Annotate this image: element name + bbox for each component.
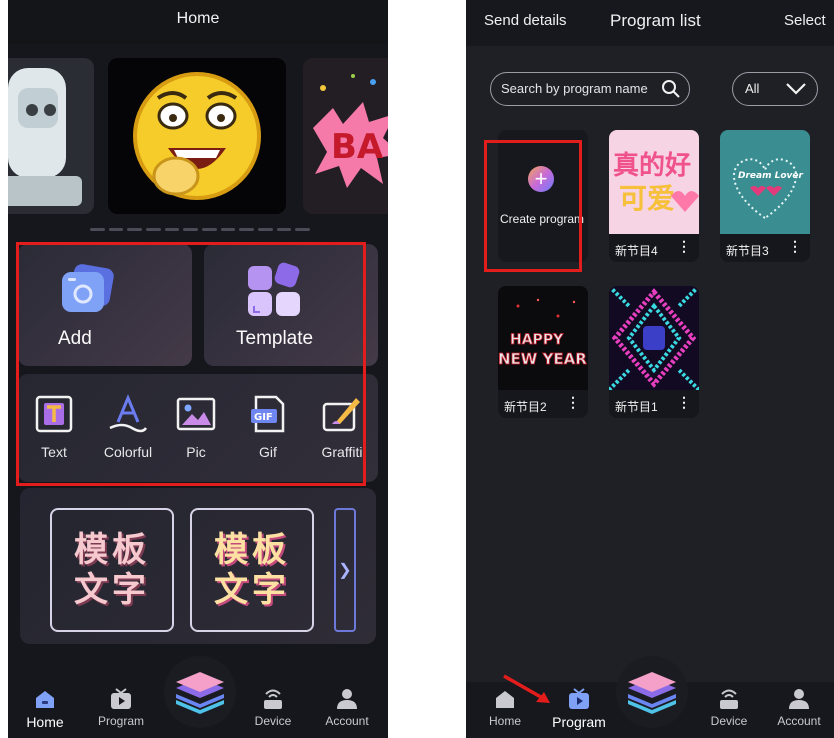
home-header: Home xyxy=(8,0,388,44)
tab-label: Program xyxy=(552,714,606,730)
svg-text:可爱: 可爱 xyxy=(619,182,675,215)
create-center-button[interactable] xyxy=(164,656,236,728)
program-card[interactable]: 新节目1 ⋮ xyxy=(609,286,699,418)
tab-label: Home xyxy=(26,714,64,730)
device-icon xyxy=(264,689,282,709)
program-card[interactable]: Dream Lover 新节目3 ⋮ xyxy=(720,130,810,262)
device-icon xyxy=(720,689,738,709)
tab-account[interactable]: Account xyxy=(764,688,834,728)
carousel-indicator xyxy=(90,228,311,234)
chevron-right-icon[interactable]: ❯ xyxy=(334,508,356,632)
program-thumbnail: Dream Lover xyxy=(720,130,810,234)
more-icon[interactable]: ⋮ xyxy=(677,394,691,411)
program-thumbnail: 真的好 可爱 xyxy=(609,130,699,234)
account-icon xyxy=(337,689,357,709)
more-icon[interactable]: ⋮ xyxy=(677,238,691,255)
layers-icon xyxy=(628,672,676,714)
program-icon xyxy=(569,688,589,709)
banner-card-bang[interactable]: BA xyxy=(303,58,388,214)
program-list-header: Send details Program list Select xyxy=(466,0,834,46)
tab-account[interactable]: Account xyxy=(312,688,382,728)
chevron-down-icon xyxy=(786,83,806,95)
tab-program[interactable]: Program xyxy=(86,688,156,728)
template-card[interactable]: 模板 文字 xyxy=(50,508,174,632)
svg-text:BA: BA xyxy=(331,127,384,167)
banner-card-toilet[interactable] xyxy=(8,58,94,214)
tab-device[interactable]: Device xyxy=(238,688,308,728)
more-icon[interactable]: ⋮ xyxy=(788,238,802,255)
more-icon[interactable]: ⋮ xyxy=(566,394,580,411)
highlight-box xyxy=(16,242,366,486)
page-title: Home xyxy=(176,10,220,27)
search-icon xyxy=(662,80,680,98)
search-input[interactable]: Search by program name xyxy=(490,72,690,106)
filter-dropdown[interactable]: All xyxy=(732,72,818,106)
tab-label: Account xyxy=(325,714,369,728)
template-card[interactable]: 模板 文字 xyxy=(190,508,314,632)
template-carousel: 模板 文字 模板 文字 ❯ xyxy=(20,488,376,644)
svg-text:HAPPY: HAPPY xyxy=(510,332,564,348)
program-thumbnail: HAPPY NEW YEAR xyxy=(498,286,588,390)
program-name: 新节目4 xyxy=(615,244,658,258)
search-placeholder: Search by program name xyxy=(501,81,648,96)
program-name: 新节目1 xyxy=(615,400,658,414)
svg-text:Dream Lover: Dream Lover xyxy=(738,171,803,181)
program-icon xyxy=(111,688,131,709)
bottom-tabbar: Home Program Device Account xyxy=(8,656,388,738)
select-button[interactable]: Select xyxy=(784,12,826,29)
banner-carousel[interactable]: BA xyxy=(8,50,388,220)
page-title: Program list xyxy=(610,11,701,30)
layers-icon xyxy=(176,672,224,714)
red-arrow-annotation xyxy=(503,674,550,703)
tab-label: Device xyxy=(710,714,748,728)
tab-label: Program xyxy=(97,714,144,728)
tab-label: Home xyxy=(488,714,521,728)
program-name: 新节目2 xyxy=(504,400,547,414)
account-icon xyxy=(789,689,809,709)
tab-device[interactable]: Device xyxy=(694,688,764,728)
template-text: 模板 文字 xyxy=(214,530,290,610)
send-details-button[interactable]: Send details xyxy=(484,12,567,29)
home-screen: Home BA Add Template Text Colorful Pic G… xyxy=(8,0,388,738)
program-name: 新节目3 xyxy=(726,244,769,258)
program-card[interactable]: HAPPY NEW YEAR 新节目2 ⋮ xyxy=(498,286,588,418)
tab-label: Device xyxy=(254,714,292,728)
program-list-screen: Send details Program list Select Search … xyxy=(466,0,834,738)
banner-card-emoji[interactable] xyxy=(108,58,286,214)
highlight-box xyxy=(484,140,582,272)
filter-value: All xyxy=(745,81,760,96)
home-icon xyxy=(36,691,54,708)
svg-text:真的好: 真的好 xyxy=(613,150,691,181)
create-center-button[interactable] xyxy=(616,656,688,728)
template-text: 模板 文字 xyxy=(74,530,150,610)
program-card[interactable]: 真的好 可爱 新节目4 ⋮ xyxy=(609,130,699,262)
tab-home[interactable]: Home xyxy=(10,688,80,730)
program-thumbnail xyxy=(609,286,699,390)
tab-label: Account xyxy=(777,714,821,728)
svg-text:NEW YEAR: NEW YEAR xyxy=(498,350,587,368)
